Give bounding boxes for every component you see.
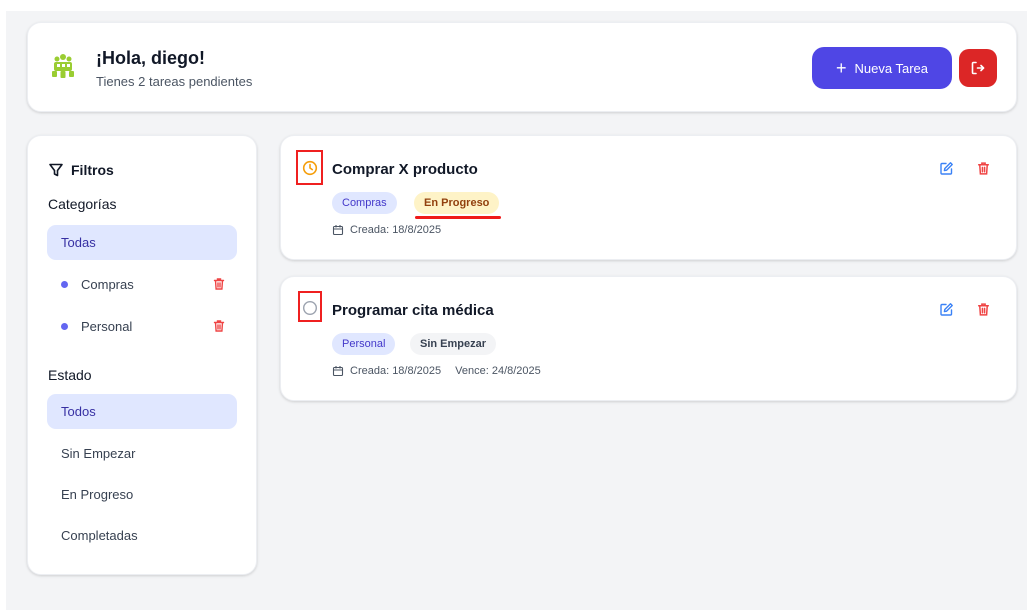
new-task-button[interactable]: + Nueva Tarea	[812, 47, 952, 89]
task-card: Programar cita médica Personal Sin Empez…	[280, 276, 1017, 401]
created-date: Creada: 18/8/2025	[350, 224, 442, 236]
status-filter-label: Sin Empezar	[61, 446, 136, 461]
edit-icon[interactable]	[939, 302, 954, 317]
calendar-icon	[332, 366, 344, 377]
filter-icon	[49, 163, 63, 177]
app-background: ¡Hola, diego! Tienes 2 tareas pendientes…	[6, 11, 1027, 610]
category-badge: Personal	[332, 333, 396, 355]
categories-label: Categorías	[48, 196, 117, 212]
status-badge: En Progreso	[414, 192, 500, 214]
trash-icon[interactable]	[976, 302, 991, 317]
status-label: Estado	[48, 367, 92, 383]
edit-icon[interactable]	[939, 161, 954, 176]
task-card: Comprar X producto Compras En Progreso C…	[280, 135, 1017, 260]
category-filter-label: Todas	[61, 235, 96, 250]
due-date: Vence: 24/8/2025	[455, 365, 541, 377]
filters-heading: Filtros	[48, 162, 114, 178]
category-filter-label: Personal	[81, 319, 133, 334]
status-badge: Sin Empezar	[410, 333, 497, 355]
category-filter-all[interactable]: Todas	[47, 225, 237, 260]
header-card: ¡Hola, diego! Tienes 2 tareas pendientes…	[27, 22, 1017, 112]
new-task-label: Nueva Tarea	[854, 60, 928, 76]
status-filter-label: En Progreso	[61, 487, 134, 502]
empty-circle-icon[interactable]	[302, 300, 318, 316]
avatar	[52, 54, 74, 78]
category-filter-compras[interactable]: Compras	[47, 267, 237, 302]
status-filter-label: Todos	[61, 404, 96, 419]
status-filter-not-started[interactable]: Sin Empezar	[47, 436, 237, 471]
logout-icon	[971, 61, 985, 75]
annotation-underline	[415, 216, 501, 219]
greeting-title: ¡Hola, diego!	[96, 48, 205, 68]
plus-icon: +	[836, 58, 847, 78]
category-color-dot	[61, 281, 68, 288]
task-meta: Creada: 18/8/2025 Vence: 24/8/2025	[332, 365, 541, 377]
category-color-dot	[61, 323, 68, 330]
status-filter-in-progress[interactable]: En Progreso	[47, 477, 237, 512]
logout-button[interactable]	[959, 49, 997, 87]
filters-sidebar: Filtros Categorías Todas Compras Persona…	[27, 135, 257, 575]
task-title: Programar cita médica	[332, 302, 494, 319]
category-filter-label: Compras	[81, 277, 134, 292]
trash-icon[interactable]	[212, 319, 226, 333]
created-date: Creada: 18/8/2025	[350, 365, 442, 377]
task-title: Comprar X producto	[332, 161, 478, 178]
status-filter-label: Completadas	[61, 528, 138, 543]
trash-icon[interactable]	[976, 161, 991, 176]
trash-icon[interactable]	[212, 277, 226, 291]
clock-icon[interactable]	[302, 160, 318, 176]
category-filter-personal[interactable]: Personal	[47, 309, 237, 344]
status-filter-completed[interactable]: Completadas	[47, 518, 237, 553]
filters-title: Filtros	[71, 162, 114, 178]
calendar-icon	[332, 225, 344, 236]
status-filter-all[interactable]: Todos	[47, 394, 237, 429]
task-meta: Creada: 18/8/2025	[332, 224, 441, 236]
pending-count-text: Tienes 2 tareas pendientes	[96, 74, 253, 89]
category-badge: Compras	[332, 192, 397, 214]
